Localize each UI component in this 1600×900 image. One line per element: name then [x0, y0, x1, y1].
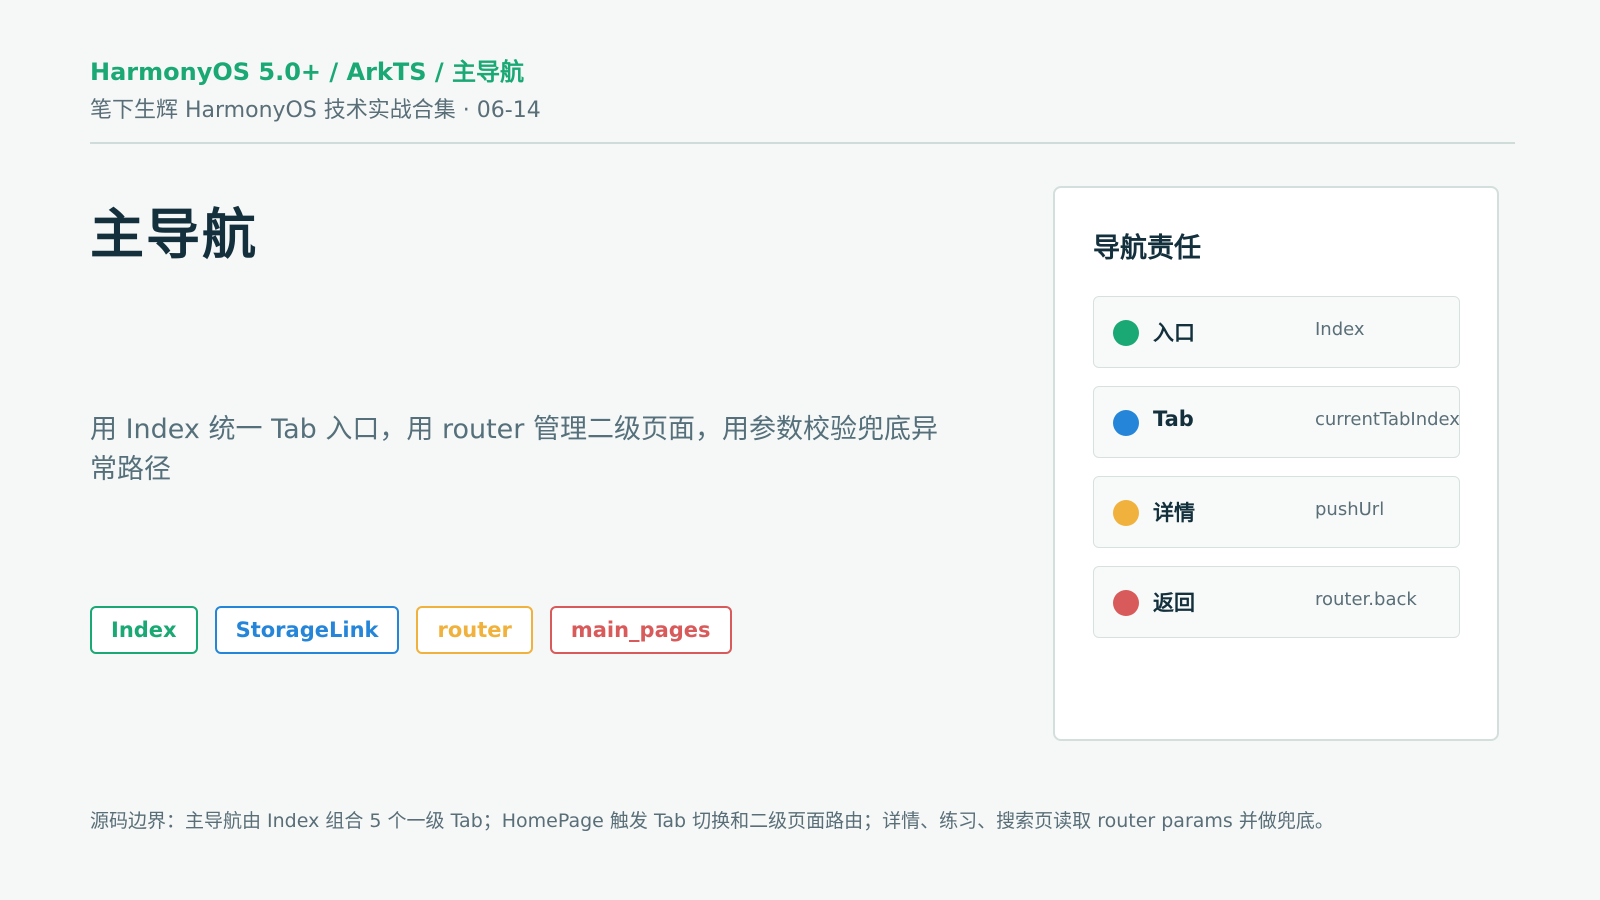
item-label: 详情	[1153, 501, 1195, 525]
item-label: 入口	[1153, 321, 1195, 345]
status-dot-icon	[1113, 320, 1139, 346]
status-dot-icon	[1113, 410, 1139, 436]
item-value: Index	[1315, 319, 1365, 340]
list-item: 返回 router.back	[1093, 566, 1460, 638]
item-value: currentTabIndex	[1315, 409, 1460, 430]
source-boundary-note: 源码边界：主导航由 Index 组合 5 个一级 Tab；HomePage 触发…	[90, 810, 1334, 832]
chip-index: Index	[90, 606, 198, 654]
navigation-responsibility-panel: 导航责任 入口 Index Tab currentTabIndex 详情 pus…	[1053, 186, 1499, 741]
chip-main-pages: main_pages	[549, 606, 732, 654]
list-item: 入口 Index	[1093, 296, 1460, 368]
list-item: 详情 pushUrl	[1093, 476, 1460, 548]
item-value: pushUrl	[1315, 499, 1385, 520]
series-subtitle: 笔下生辉 HarmonyOS 技术实战合集 · 06-14	[90, 98, 541, 123]
chip-storagelink: StorageLink	[214, 606, 400, 654]
header-divider	[90, 142, 1515, 144]
keyword-chips: Index StorageLink router main_pages	[90, 606, 732, 654]
page-header: HarmonyOS 5.0+ / ArkTS / 主导航 笔下生辉 Harmon…	[90, 56, 1515, 126]
item-label: Tab	[1153, 407, 1194, 431]
list-item: Tab currentTabIndex	[1093, 386, 1460, 458]
status-dot-icon	[1113, 500, 1139, 526]
status-dot-icon	[1113, 590, 1139, 616]
item-value: router.back	[1315, 589, 1417, 610]
responsibility-list: 入口 Index Tab currentTabIndex 详情 pushUrl …	[1093, 296, 1460, 656]
page-title: 主导航	[90, 203, 258, 266]
item-label: 返回	[1153, 591, 1195, 615]
breadcrumb-kicker: HarmonyOS 5.0+ / ArkTS / 主导航	[90, 58, 524, 86]
page-description: 用 Index 统一 Tab 入口，用 router 管理二级页面，用参数校验兜…	[90, 414, 938, 485]
chip-router: router	[416, 606, 533, 654]
panel-title: 导航责任	[1093, 233, 1201, 264]
